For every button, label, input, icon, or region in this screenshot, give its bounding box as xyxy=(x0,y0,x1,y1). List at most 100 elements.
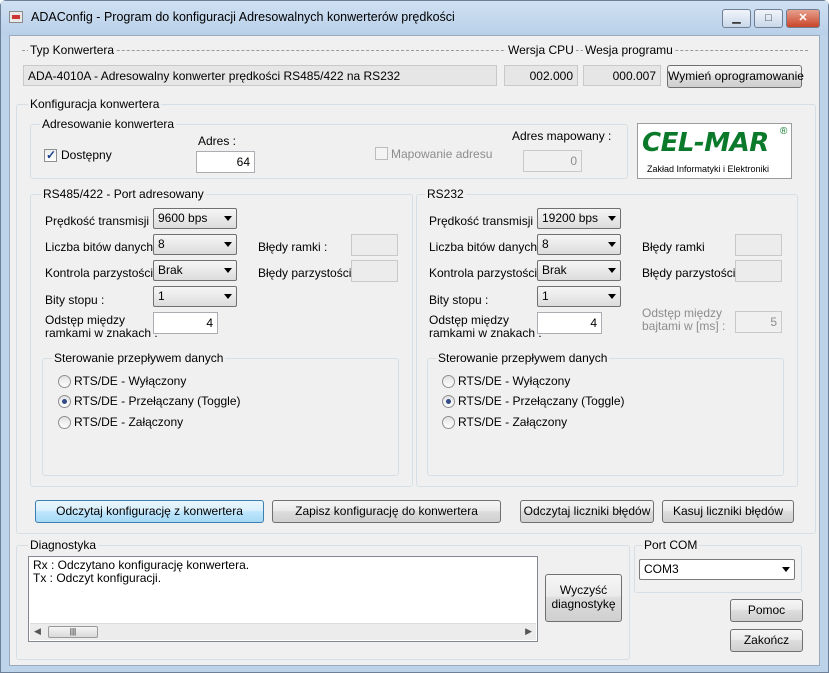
rs485-flow-toggle-label: RTS/DE - Przełączany (Toggle) xyxy=(74,394,241,408)
rs232-databits-select[interactable]: 8 xyxy=(537,234,621,255)
chevron-down-icon xyxy=(224,294,232,299)
close-icon: ✕ xyxy=(798,12,808,24)
close-button[interactable]: ✕ xyxy=(786,9,820,28)
maximize-icon: □ xyxy=(765,12,772,24)
read-error-counters-button[interactable]: Odczytaj liczniki błędów xyxy=(520,500,654,523)
config-group-label: Konfiguracja konwertera xyxy=(28,97,162,111)
rs232-stopbits-select[interactable]: 1 xyxy=(537,286,621,307)
rs232-byte-gap-input[interactable]: 5 xyxy=(735,311,782,333)
horizontal-scrollbar[interactable]: ◀ ||| ▶ xyxy=(30,623,536,640)
rs232-flow-on-radio[interactable] xyxy=(442,416,455,429)
rs232-speed-select[interactable]: 19200 bps xyxy=(537,208,621,229)
rs485-parity-errors-label: Błędy parzystości : xyxy=(258,266,359,280)
rs232-flow-toggle-label: RTS/DE - Przełączany (Toggle) xyxy=(458,394,625,408)
program-version-label: Wesja programu xyxy=(583,43,675,57)
rs232-flow-label: Sterowanie przepływem danych xyxy=(436,351,610,365)
logo-brand: CEL-MAR xyxy=(642,128,769,158)
help-button[interactable]: Pomoc xyxy=(730,599,803,622)
chevron-down-icon xyxy=(608,268,616,273)
rs232-frame-errors-label: Błędy ramki xyxy=(642,240,705,254)
com-port-label: Port COM xyxy=(642,538,700,552)
chevron-down-icon xyxy=(608,242,616,247)
chevron-down-icon xyxy=(608,294,616,299)
clear-diagnostics-button[interactable]: Wyczyść diagnostykę xyxy=(545,574,622,622)
rs232-parity-label: Kontrola parzystości : xyxy=(429,266,544,280)
converter-type-field: ADA-4010A - Adresowalny konwerter prędko… xyxy=(23,65,497,86)
rs232-stopbits-value: 1 xyxy=(542,289,549,303)
address-input[interactable]: 64 xyxy=(196,151,255,173)
program-version-field: 000.007 xyxy=(583,65,661,86)
rs485-speed-label: Prędkość transmisji : xyxy=(45,214,156,228)
rs485-gap-input[interactable]: 4 xyxy=(153,312,218,334)
cpu-version-label: Wersja CPU xyxy=(506,43,576,57)
rs485-parity-value: Brak xyxy=(158,263,183,277)
rs485-parity-errors-field xyxy=(351,260,398,282)
logo-subtitle: Zakład Informatyki i Elektroniki xyxy=(647,164,770,174)
app-icon xyxy=(9,11,23,23)
mapped-address-input[interactable]: 0 xyxy=(523,150,582,172)
scroll-left-icon[interactable]: ◀ xyxy=(34,626,41,637)
address-label: Adres : xyxy=(198,134,237,148)
rs485-group-label: RS485/422 - Port adresowany xyxy=(41,187,206,201)
addressing-group-label: Adresowanie konwertera xyxy=(40,117,177,131)
clear-diagnostics-label-2: diagnostykę xyxy=(551,597,616,611)
rs485-parity-label: Kontrola parzystości : xyxy=(45,266,160,280)
rs485-frame-errors-label: Błędy ramki : xyxy=(258,240,328,254)
maximize-button[interactable]: □ xyxy=(754,9,783,28)
rs232-stopbits-label: Bity stopu : xyxy=(429,293,489,307)
rs485-flow-label: Sterowanie przepływem danych xyxy=(52,351,226,365)
rs485-gap-label-1: Odstęp między xyxy=(45,313,126,327)
minimize-icon: ▁ xyxy=(732,12,741,24)
scroll-thumb[interactable]: ||| xyxy=(48,626,98,638)
rs485-stopbits-select[interactable]: 1 xyxy=(153,286,237,307)
mapping-checkbox[interactable] xyxy=(375,147,388,160)
rs232-databits-value: 8 xyxy=(542,237,549,251)
minimize-button[interactable]: ▁ xyxy=(722,9,751,28)
chevron-down-icon xyxy=(782,567,790,572)
write-config-button[interactable]: Zapisz konfigurację do konwertera xyxy=(272,500,501,523)
rs485-parity-select[interactable]: Brak xyxy=(153,260,237,281)
rs485-databits-select[interactable]: 8 xyxy=(153,234,237,255)
available-checkbox[interactable] xyxy=(44,148,57,162)
header-divider xyxy=(22,50,808,51)
client-area: Typ Konwertera Wersja CPU Wesja programu… xyxy=(9,35,820,666)
rs485-stopbits-label: Bity stopu : xyxy=(45,293,105,307)
rs232-speed-value: 19200 bps xyxy=(542,211,599,225)
rs232-speed-label: Prędkość transmisji : xyxy=(429,214,540,228)
available-label: Dostępny xyxy=(61,148,112,162)
scroll-right-icon[interactable]: ▶ xyxy=(525,626,532,637)
mapped-address-label: Adres mapowany : xyxy=(512,129,612,143)
rs485-flow-off-label: RTS/DE - Wyłączony xyxy=(74,374,187,388)
update-firmware-button[interactable]: Wymień oprogramowanie xyxy=(667,65,804,88)
read-config-button[interactable]: Odczytaj konfigurację z konwertera xyxy=(35,500,264,523)
rs485-speed-value: 9600 bps xyxy=(158,211,208,225)
log-line: Tx : Odczyt konfiguracji. xyxy=(33,571,162,585)
rs232-parity-select[interactable]: Brak xyxy=(537,260,621,281)
rs485-flow-toggle-radio[interactable] xyxy=(58,395,71,408)
rs232-flow-off-radio[interactable] xyxy=(442,375,455,388)
com-port-value: COM3 xyxy=(644,562,679,576)
type-label: Typ Konwertera xyxy=(28,43,117,57)
com-port-select[interactable]: COM3 xyxy=(639,559,795,580)
rs485-flow-off-radio[interactable] xyxy=(58,375,71,388)
diagnostics-log[interactable]: Rx : Odczytano konfigurację konwertera. … xyxy=(28,556,538,642)
clear-diagnostics-label-1: Wyczyść xyxy=(559,583,608,597)
rs485-databits-label: Liczba bitów danych : xyxy=(45,240,160,254)
exit-button[interactable]: Zakończ xyxy=(730,629,803,652)
chevron-down-icon xyxy=(224,242,232,247)
rs232-gap-input[interactable]: 4 xyxy=(537,312,602,334)
rs232-gap-label-2: ramkami w znakach : xyxy=(429,326,542,340)
title-bar[interactable]: ADAConfig - Program do konfiguracji Adre… xyxy=(1,1,828,35)
rs232-gap-label-1: Odstęp między xyxy=(429,313,510,327)
log-line: Rx : Odczytano konfigurację konwertera. xyxy=(33,558,250,572)
rs232-flow-toggle-radio[interactable] xyxy=(442,395,455,408)
rs485-databits-value: 8 xyxy=(158,237,165,251)
cpu-version-field: 002.000 xyxy=(504,65,578,86)
rs485-flow-on-radio[interactable] xyxy=(58,416,71,429)
clear-error-counters-button[interactable]: Kasuj liczniki błędów xyxy=(662,500,794,523)
registered-mark: ® xyxy=(780,126,788,137)
rs485-flow-on-label: RTS/DE - Załączony xyxy=(74,415,184,429)
window-title: ADAConfig - Program do konfiguracji Adre… xyxy=(31,10,455,24)
rs232-byte-gap-label-2: bajtami w [ms] : xyxy=(642,319,726,333)
rs485-speed-select[interactable]: 9600 bps xyxy=(153,208,237,229)
